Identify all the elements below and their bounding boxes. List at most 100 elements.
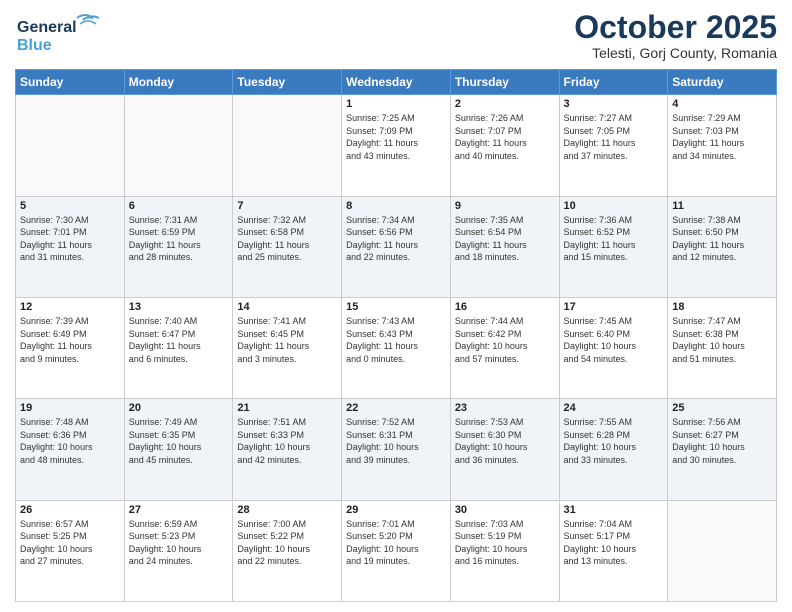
day-info: Sunrise: 7:47 AM Sunset: 6:38 PM Dayligh… [672,315,772,365]
day-number: 21 [237,402,337,414]
day-number: 31 [564,504,664,516]
day-number: 4 [672,98,772,110]
day-number: 23 [455,402,555,414]
calendar-week-row: 1Sunrise: 7:25 AM Sunset: 7:09 PM Daylig… [16,95,777,196]
day-info: Sunrise: 7:51 AM Sunset: 6:33 PM Dayligh… [237,416,337,466]
table-row: 10 Sunrise: 7:36 AM Sunset: 6:52 PM Dayli… [559,196,668,297]
table-row: 6Sunrise: 7:31 AM Sunset: 6:59 PM Daylig… [124,196,233,297]
day-info: Sunrise: 7:38 AM Sunset: 6:50 PM Dayligh… [672,214,772,264]
table-row: 26Sunrise: 6:57 AM Sunset: 5:25 PM Dayli… [16,500,125,601]
day-info: Sunrise: 7:32 AM Sunset: 6:58 PM Dayligh… [237,214,337,264]
page-container: General Blue October 2025 Telesti, Gorj … [0,0,792,612]
day-info: Sunrise: 7:43 AM Sunset: 6:43 PM Dayligh… [346,315,446,365]
calendar-week-row: 12 Sunrise: 7:39 AM Sunset: 6:49 PM Dayli… [16,297,777,398]
table-row: 28Sunrise: 7:00 AM Sunset: 5:22 PM Dayli… [233,500,342,601]
table-row: 7 Sunrise: 7:32 AM Sunset: 6:58 PM Daylig… [233,196,342,297]
day-info: Sunrise: 7:30 AM Sunset: 7:01 PM Dayligh… [20,214,120,264]
day-info: Sunrise: 6:59 AM Sunset: 5:23 PM Dayligh… [129,518,229,568]
table-row: 1Sunrise: 7:25 AM Sunset: 7:09 PM Daylig… [342,95,451,196]
col-sunday: Sunday [16,70,125,95]
day-info: Sunrise: 7:49 AM Sunset: 6:35 PM Dayligh… [129,416,229,466]
day-number: 12 [20,301,120,313]
day-info: Sunrise: 7:41 AM Sunset: 6:45 PM Dayligh… [237,315,337,365]
table-row: 31Sunrise: 7:04 AM Sunset: 5:17 PM Dayli… [559,500,668,601]
table-row: 3 Sunrise: 7:27 AM Sunset: 7:05 PM Daylig… [559,95,668,196]
day-number: 27 [129,504,229,516]
day-info: Sunrise: 7:36 AM Sunset: 6:52 PM Dayligh… [564,214,664,264]
table-row: 24 Sunrise: 7:55 AM Sunset: 6:28 PM Dayli… [559,399,668,500]
table-row [124,95,233,196]
table-row: 27 Sunrise: 6:59 AM Sunset: 5:23 PM Dayli… [124,500,233,601]
day-info: Sunrise: 7:35 AM Sunset: 6:54 PM Dayligh… [455,214,555,264]
day-number: 3 [564,98,664,110]
day-number: 9 [455,200,555,212]
day-number: 17 [564,301,664,313]
table-row: 20 Sunrise: 7:49 AM Sunset: 6:35 PM Dayli… [124,399,233,500]
day-number: 24 [564,402,664,414]
day-number: 19 [20,402,120,414]
col-thursday: Thursday [450,70,559,95]
table-row: 8Sunrise: 7:34 AM Sunset: 6:56 PM Daylig… [342,196,451,297]
svg-text:Blue: Blue [17,37,52,54]
table-row: 21 Sunrise: 7:51 AM Sunset: 6:33 PM Dayli… [233,399,342,500]
table-row: 9 Sunrise: 7:35 AM Sunset: 6:54 PM Daylig… [450,196,559,297]
day-info: Sunrise: 7:45 AM Sunset: 6:40 PM Dayligh… [564,315,664,365]
calendar-week-row: 26Sunrise: 6:57 AM Sunset: 5:25 PM Dayli… [16,500,777,601]
day-number: 5 [20,200,120,212]
logo-svg: General Blue [15,10,105,60]
day-info: Sunrise: 7:53 AM Sunset: 6:30 PM Dayligh… [455,416,555,466]
table-row [668,500,777,601]
day-number: 14 [237,301,337,313]
day-number: 30 [455,504,555,516]
day-number: 1 [346,98,446,110]
svg-text:General: General [17,19,77,36]
table-row: 14 Sunrise: 7:41 AM Sunset: 6:45 PM Dayli… [233,297,342,398]
logo: General Blue [15,10,105,60]
col-friday: Friday [559,70,668,95]
table-row: 13 Sunrise: 7:40 AM Sunset: 6:47 PM Dayli… [124,297,233,398]
table-row: 5 Sunrise: 7:30 AM Sunset: 7:01 PM Daylig… [16,196,125,297]
day-info: Sunrise: 7:34 AM Sunset: 6:56 PM Dayligh… [346,214,446,264]
day-info: Sunrise: 7:31 AM Sunset: 6:59 PM Dayligh… [129,214,229,264]
day-number: 28 [237,504,337,516]
col-monday: Monday [124,70,233,95]
table-row: 19Sunrise: 7:48 AM Sunset: 6:36 PM Dayli… [16,399,125,500]
calendar-header-row: Sunday Monday Tuesday Wednesday Thursday… [16,70,777,95]
table-row [16,95,125,196]
day-number: 20 [129,402,229,414]
table-row: 2 Sunrise: 7:26 AM Sunset: 7:07 PM Daylig… [450,95,559,196]
day-number: 2 [455,98,555,110]
table-row: 22Sunrise: 7:52 AM Sunset: 6:31 PM Dayli… [342,399,451,500]
table-row: 18 Sunrise: 7:47 AM Sunset: 6:38 PM Dayli… [668,297,777,398]
col-wednesday: Wednesday [342,70,451,95]
col-tuesday: Tuesday [233,70,342,95]
table-row: 11Sunrise: 7:38 AM Sunset: 6:50 PM Dayli… [668,196,777,297]
day-info: Sunrise: 7:40 AM Sunset: 6:47 PM Dayligh… [129,315,229,365]
day-info: Sunrise: 7:52 AM Sunset: 6:31 PM Dayligh… [346,416,446,466]
calendar-table: Sunday Monday Tuesday Wednesday Thursday… [15,69,777,602]
table-row: 16 Sunrise: 7:44 AM Sunset: 6:42 PM Dayli… [450,297,559,398]
day-info: Sunrise: 6:57 AM Sunset: 5:25 PM Dayligh… [20,518,120,568]
day-info: Sunrise: 7:29 AM Sunset: 7:03 PM Dayligh… [672,112,772,162]
table-row: 15Sunrise: 7:43 AM Sunset: 6:43 PM Dayli… [342,297,451,398]
header: General Blue October 2025 Telesti, Gorj … [15,10,777,61]
month-title: October 2025 [574,10,777,45]
day-info: Sunrise: 7:26 AM Sunset: 7:07 PM Dayligh… [455,112,555,162]
table-row: 29Sunrise: 7:01 AM Sunset: 5:20 PM Dayli… [342,500,451,601]
table-row [233,95,342,196]
day-number: 7 [237,200,337,212]
table-row: 17 Sunrise: 7:45 AM Sunset: 6:40 PM Dayli… [559,297,668,398]
day-number: 18 [672,301,772,313]
table-row: 4 Sunrise: 7:29 AM Sunset: 7:03 PM Daylig… [668,95,777,196]
day-info: Sunrise: 7:27 AM Sunset: 7:05 PM Dayligh… [564,112,664,162]
day-number: 29 [346,504,446,516]
day-info: Sunrise: 7:44 AM Sunset: 6:42 PM Dayligh… [455,315,555,365]
day-number: 16 [455,301,555,313]
location-subtitle: Telesti, Gorj County, Romania [574,45,777,61]
day-number: 13 [129,301,229,313]
day-info: Sunrise: 7:55 AM Sunset: 6:28 PM Dayligh… [564,416,664,466]
day-info: Sunrise: 7:56 AM Sunset: 6:27 PM Dayligh… [672,416,772,466]
day-info: Sunrise: 7:39 AM Sunset: 6:49 PM Dayligh… [20,315,120,365]
calendar-week-row: 5 Sunrise: 7:30 AM Sunset: 7:01 PM Daylig… [16,196,777,297]
day-number: 10 [564,200,664,212]
